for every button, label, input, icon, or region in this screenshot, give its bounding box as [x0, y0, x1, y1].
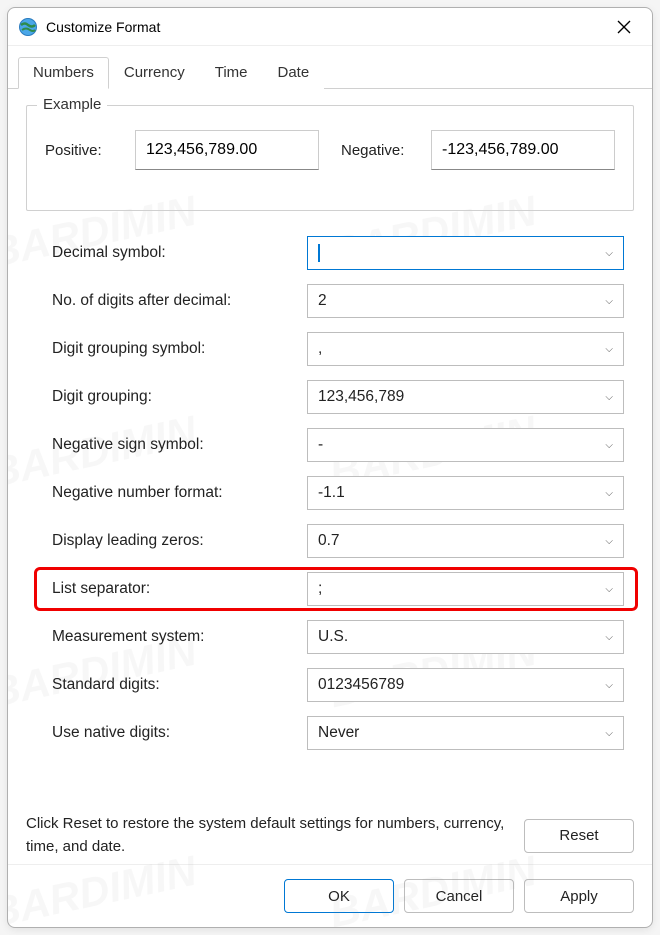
ok-button[interactable]: OK — [284, 879, 394, 913]
chevron-down-icon: ⌵ — [605, 584, 613, 595]
settings-form: Decimal symbol: ⌵ No. of digits after de… — [26, 229, 634, 757]
chevron-down-icon: ⌵ — [605, 536, 613, 547]
chevron-down-icon: ⌵ — [605, 296, 613, 307]
row-digit-grouping-symbol: Digit grouping symbol: , ⌵ — [52, 325, 624, 373]
globe-icon — [18, 17, 38, 37]
label-negative-number-format: Negative number format: — [52, 484, 307, 502]
combo-use-native-digits[interactable]: Never ⌵ — [307, 716, 624, 750]
row-standard-digits: Standard digits: 0123456789 ⌵ — [52, 661, 624, 709]
row-list-separator: List separator: ; ⌵ — [52, 565, 624, 613]
row-digit-grouping: Digit grouping: 123,456,789 ⌵ — [52, 373, 624, 421]
chevron-down-icon: ⌵ — [605, 728, 613, 739]
combo-standard-digits[interactable]: 0123456789 ⌵ — [307, 668, 624, 702]
chevron-down-icon: ⌵ — [605, 632, 613, 643]
positive-label: Positive: — [45, 142, 125, 159]
positive-example: 123,456,789.00 — [135, 130, 319, 170]
combo-digits-after-decimal[interactable]: 2 ⌵ — [307, 284, 624, 318]
row-digits-after-decimal: No. of digits after decimal: 2 ⌵ — [52, 277, 624, 325]
tab-currency[interactable]: Currency — [109, 57, 200, 89]
label-digit-grouping-symbol: Digit grouping symbol: — [52, 340, 307, 358]
label-standard-digits: Standard digits: — [52, 676, 307, 694]
example-group: Example Positive: 123,456,789.00 Negativ… — [26, 105, 634, 211]
label-use-native-digits: Use native digits: — [52, 724, 307, 742]
close-button[interactable] — [604, 11, 644, 43]
row-negative-sign-symbol: Negative sign symbol: - ⌵ — [52, 421, 624, 469]
combo-digit-grouping-symbol[interactable]: , ⌵ — [307, 332, 624, 366]
combo-display-leading-zeros[interactable]: 0.7 ⌵ — [307, 524, 624, 558]
label-digit-grouping: Digit grouping: — [52, 388, 307, 406]
combo-digit-grouping[interactable]: 123,456,789 ⌵ — [307, 380, 624, 414]
example-group-label: Example — [37, 96, 107, 113]
label-decimal-symbol: Decimal symbol: — [52, 244, 307, 262]
tab-time[interactable]: Time — [200, 57, 263, 89]
label-negative-sign-symbol: Negative sign symbol: — [52, 436, 307, 454]
row-decimal-symbol: Decimal symbol: ⌵ — [52, 229, 624, 277]
cancel-button[interactable]: Cancel — [404, 879, 514, 913]
close-icon — [617, 20, 631, 34]
chevron-down-icon: ⌵ — [605, 488, 613, 499]
chevron-down-icon: ⌵ — [605, 680, 613, 691]
negative-example: -123,456,789.00 — [431, 130, 615, 170]
tab-numbers[interactable]: Numbers — [18, 57, 109, 89]
dialog-footer: OK Cancel Apply — [8, 864, 652, 927]
label-list-separator: List separator: — [52, 580, 307, 598]
tab-date[interactable]: Date — [263, 57, 325, 89]
chevron-down-icon: ⌵ — [605, 392, 613, 403]
tab-strip: Numbers Currency Time Date — [8, 46, 652, 89]
reset-button[interactable]: Reset — [524, 819, 634, 853]
row-use-native-digits: Use native digits: Never ⌵ — [52, 709, 624, 757]
combo-measurement-system[interactable]: U.S. ⌵ — [307, 620, 624, 654]
chevron-down-icon: ⌵ — [605, 440, 613, 451]
row-negative-number-format: Negative number format: -1.1 ⌵ — [52, 469, 624, 517]
reset-row: Click Reset to restore the system defaul… — [8, 807, 652, 864]
label-digits-after-decimal: No. of digits after decimal: — [52, 292, 307, 310]
row-display-leading-zeros: Display leading zeros: 0.7 ⌵ — [52, 517, 624, 565]
label-display-leading-zeros: Display leading zeros: — [52, 532, 307, 550]
tab-content: Example Positive: 123,456,789.00 Negativ… — [8, 89, 652, 807]
combo-negative-number-format[interactable]: -1.1 ⌵ — [307, 476, 624, 510]
chevron-down-icon: ⌵ — [605, 344, 613, 355]
apply-button[interactable]: Apply — [524, 879, 634, 913]
combo-decimal-symbol[interactable]: ⌵ — [307, 236, 624, 270]
negative-label: Negative: — [341, 142, 421, 159]
customize-format-dialog: BARDIMIN BARDIMIN BARDIMIN BARDIMIN BARD… — [7, 7, 653, 928]
row-measurement-system: Measurement system: U.S. ⌵ — [52, 613, 624, 661]
titlebar: Customize Format — [8, 8, 652, 46]
reset-description: Click Reset to restore the system defaul… — [26, 813, 512, 858]
chevron-down-icon: ⌵ — [605, 248, 613, 259]
window-title: Customize Format — [46, 19, 604, 35]
label-measurement-system: Measurement system: — [52, 628, 307, 646]
combo-negative-sign-symbol[interactable]: - ⌵ — [307, 428, 624, 462]
combo-list-separator[interactable]: ; ⌵ — [307, 572, 624, 606]
